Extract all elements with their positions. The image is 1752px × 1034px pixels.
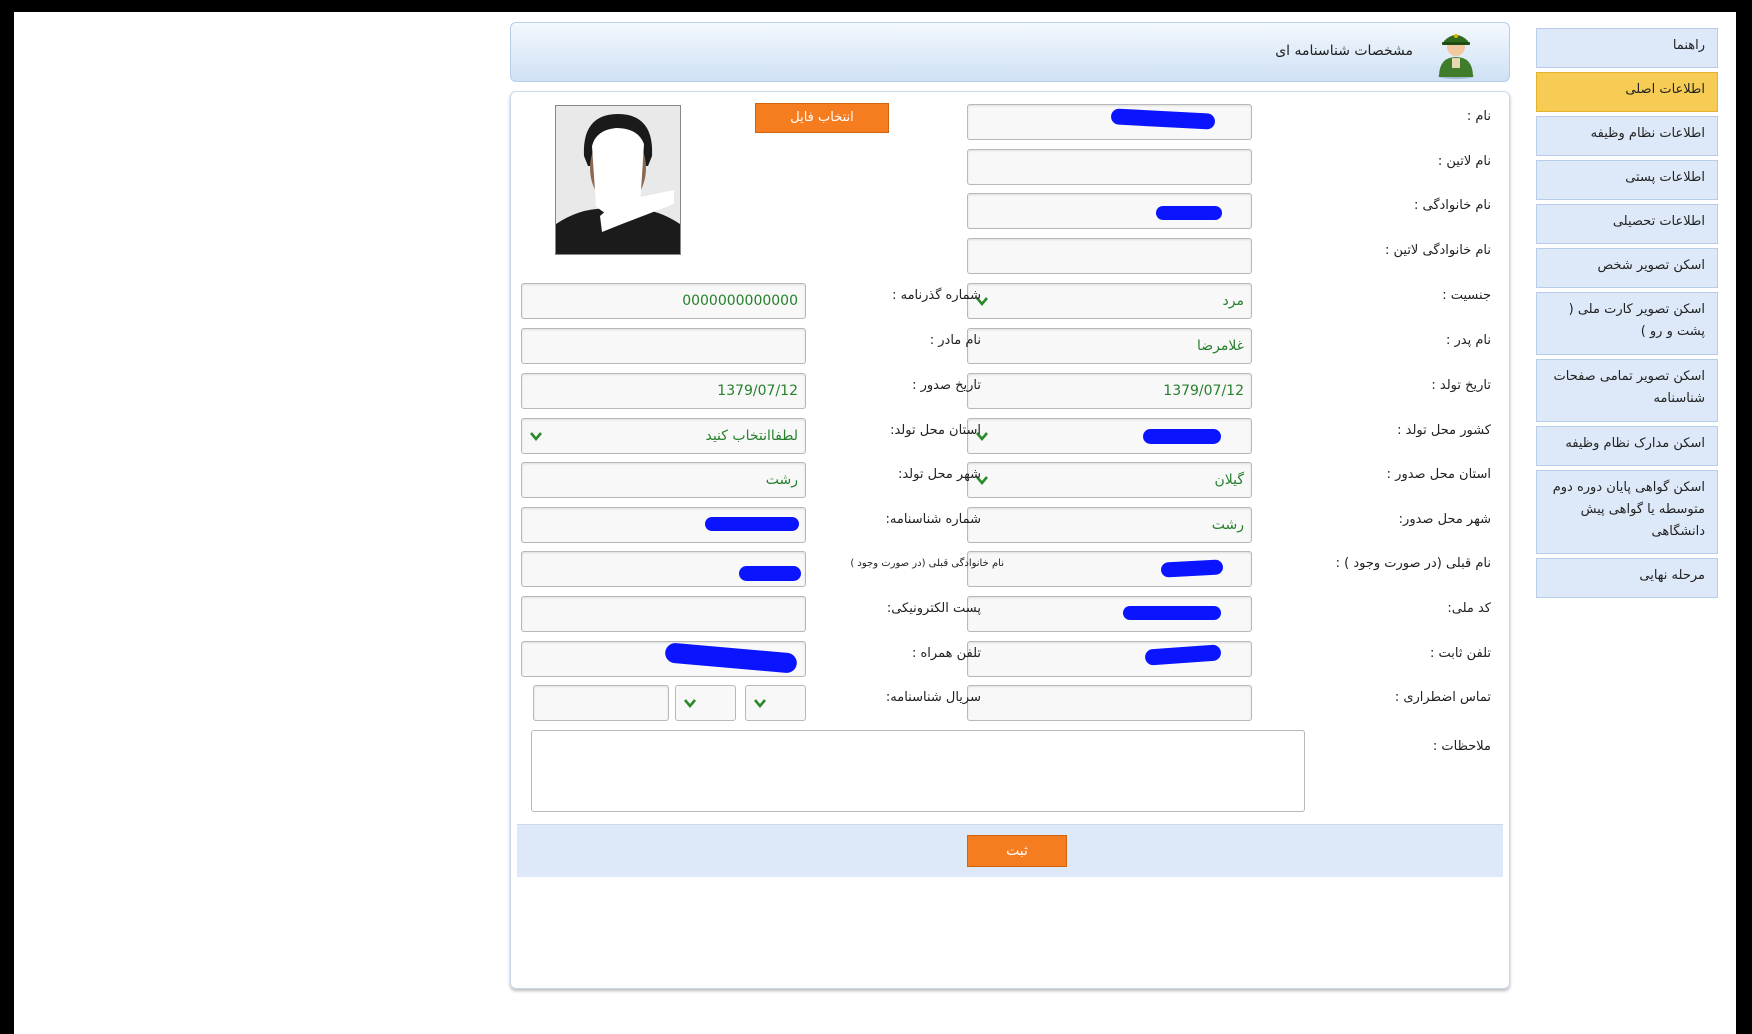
sidebar-item-label: راهنما — [1672, 38, 1705, 53]
latin-name-input[interactable] — [967, 149, 1252, 185]
submit-button[interactable]: ثبت — [967, 835, 1067, 867]
chevron-down-icon — [684, 699, 696, 709]
birth-province-value: لطفاانتخاب کنید — [705, 428, 798, 444]
redaction-mark — [1143, 429, 1221, 444]
sidebar-item-label: اطلاعات نظام وظیفه — [1590, 126, 1705, 141]
person-photo — [555, 105, 681, 255]
redaction-mark — [1156, 206, 1222, 220]
gender-select[interactable]: مرد — [967, 283, 1252, 319]
id-serial-input[interactable] — [533, 685, 669, 721]
chevron-down-icon — [530, 432, 542, 442]
sidebar-item-guide[interactable]: راهنما — [1536, 28, 1718, 68]
form-panel: انتخاب فایل نام : نام لاتین : نام خانواد… — [510, 91, 1510, 989]
form-footer: ثبت — [517, 824, 1503, 877]
sidebar-item-label: اسکن مدارک نظام وظیفه — [1565, 436, 1705, 451]
soldier-icon — [1438, 34, 1474, 79]
notes-label: ملاحظات : — [1432, 739, 1491, 754]
gender-value: مرد — [1222, 293, 1244, 309]
issue-city-label: شهر محل صدور: — [1398, 512, 1491, 527]
passport-number-input[interactable]: 0000000000000 — [521, 283, 806, 319]
id-serial-select-1[interactable] — [745, 685, 806, 721]
birth-city-input[interactable]: رشت — [521, 462, 806, 498]
sidebar-item-label: اطلاعات تحصیلی — [1612, 214, 1705, 229]
latin-last-name-label: نام خانوادگی لاتین : — [1384, 243, 1491, 258]
person-photo-image — [556, 106, 680, 254]
sidebar-item-label: مرحله نهایی — [1639, 568, 1705, 583]
sidebar-item-scan-person-photo[interactable]: اسکن تصویر شخص — [1536, 248, 1718, 288]
issue-province-value: گیلان — [1214, 472, 1244, 488]
issue-date-label: تاریخ صدور : — [912, 378, 981, 393]
landline-label: تلفن ثابت : — [1429, 646, 1491, 661]
sidebar-item-label: اسکن گواهی پایان دوره دوم متوسطه یا گواه… — [1552, 480, 1705, 539]
sidebar-item-education-info[interactable]: اطلاعات تحصیلی — [1536, 204, 1718, 244]
sidebar-item-main-info[interactable]: اطلاعات اصلی — [1536, 72, 1718, 112]
birth-date-input[interactable]: 1379/07/12 — [967, 373, 1252, 409]
panel-header: مشخصات شناسنامه ای — [510, 22, 1510, 82]
last-name-label: نام خانوادگی : — [1413, 198, 1491, 213]
email-label: پست الکترونیکی: — [886, 601, 981, 616]
issue-city-input[interactable]: رشت — [967, 507, 1252, 543]
sidebar-item-label: اسکن تصویر شخص — [1597, 258, 1705, 273]
sidebar-item-label: اطلاعات اصلی — [1625, 82, 1705, 97]
id-number-label: شماره شناسنامه: — [885, 512, 981, 527]
sidebar-item-scan-national-card[interactable]: اسکن تصویر کارت ملی ( پشت و رو ) — [1536, 292, 1718, 355]
birth-country-label: کشور محل تولد : — [1397, 423, 1491, 438]
page: راهنما اطلاعات اصلی اطلاعات نظام وظیفه ا… — [14, 12, 1736, 1034]
sidebar-item-label: اسکن تصویر تمامی صفحات شناسنامه — [1553, 369, 1705, 406]
issue-date-input[interactable]: 1379/07/12 — [521, 373, 806, 409]
page-title: مشخصات شناسنامه ای — [1275, 43, 1413, 59]
sidebar-item-scan-military-docs[interactable]: اسکن مدارک نظام وظیفه — [1536, 426, 1718, 466]
previous-last-name-label: نام خانوادگی قبلی (در صورت وجود ) — [850, 558, 1004, 569]
father-name-input[interactable]: غلامرضا — [967, 328, 1252, 364]
emergency-contact-label: تماس اضطراری : — [1394, 690, 1491, 705]
sidebar-item-scan-diploma[interactable]: اسکن گواهی پایان دوره دوم متوسطه یا گواه… — [1536, 470, 1718, 554]
mother-name-label: نام مادر : — [929, 333, 981, 348]
latin-name-label: نام لاتین : — [1437, 154, 1491, 169]
redaction-mark — [1123, 606, 1221, 620]
chevron-down-icon — [754, 699, 766, 709]
sidebar-item-military-info[interactable]: اطلاعات نظام وظیفه — [1536, 116, 1718, 156]
emergency-contact-input[interactable] — [967, 685, 1252, 721]
birth-date-label: تاریخ تولد : — [1431, 378, 1491, 393]
birth-city-label: شهر محل تولد: — [897, 467, 981, 482]
email-input[interactable] — [521, 596, 806, 632]
previous-name-label: نام قبلی (در صورت وجود ) : — [1335, 556, 1491, 571]
national-code-label: کد ملی: — [1447, 601, 1491, 616]
first-name-label: نام : — [1466, 109, 1491, 124]
redaction-mark — [705, 517, 799, 531]
mother-name-input[interactable] — [521, 328, 806, 364]
birth-province-label: استان محل تولد: — [890, 423, 981, 438]
sidebar-item-label: اطلاعات پستی — [1625, 170, 1705, 185]
father-name-label: نام پدر : — [1446, 333, 1491, 348]
sidebar-item-final-step[interactable]: مرحله نهایی — [1536, 558, 1718, 598]
birth-province-select[interactable]: لطفاانتخاب کنید — [521, 418, 806, 454]
mobile-label: تلفن همراه : — [911, 646, 981, 661]
issue-province-select[interactable]: گیلان — [967, 462, 1252, 498]
id-serial-select-2[interactable] — [675, 685, 736, 721]
sidebar-item-scan-birth-certificate[interactable]: اسکن تصویر تمامی صفحات شناسنامه — [1536, 359, 1718, 422]
sidebar-item-postal-info[interactable]: اطلاعات پستی — [1536, 160, 1718, 200]
gender-label: جنسیت : — [1442, 288, 1491, 303]
sidebar-item-label: اسکن تصویر کارت ملی ( پشت و رو ) — [1568, 302, 1705, 339]
passport-number-label: شماره گذرنامه : — [892, 288, 981, 303]
notes-textarea[interactable] — [531, 730, 1305, 812]
latin-last-name-input[interactable] — [967, 238, 1252, 274]
issue-province-label: استان محل صدور : — [1386, 467, 1491, 482]
redaction-mark — [739, 566, 801, 581]
id-serial-label: سریال شناسنامه: — [885, 690, 981, 705]
sidebar: راهنما اطلاعات اصلی اطلاعات نظام وظیفه ا… — [1536, 28, 1718, 602]
choose-file-button[interactable]: انتخاب فایل — [755, 103, 889, 133]
